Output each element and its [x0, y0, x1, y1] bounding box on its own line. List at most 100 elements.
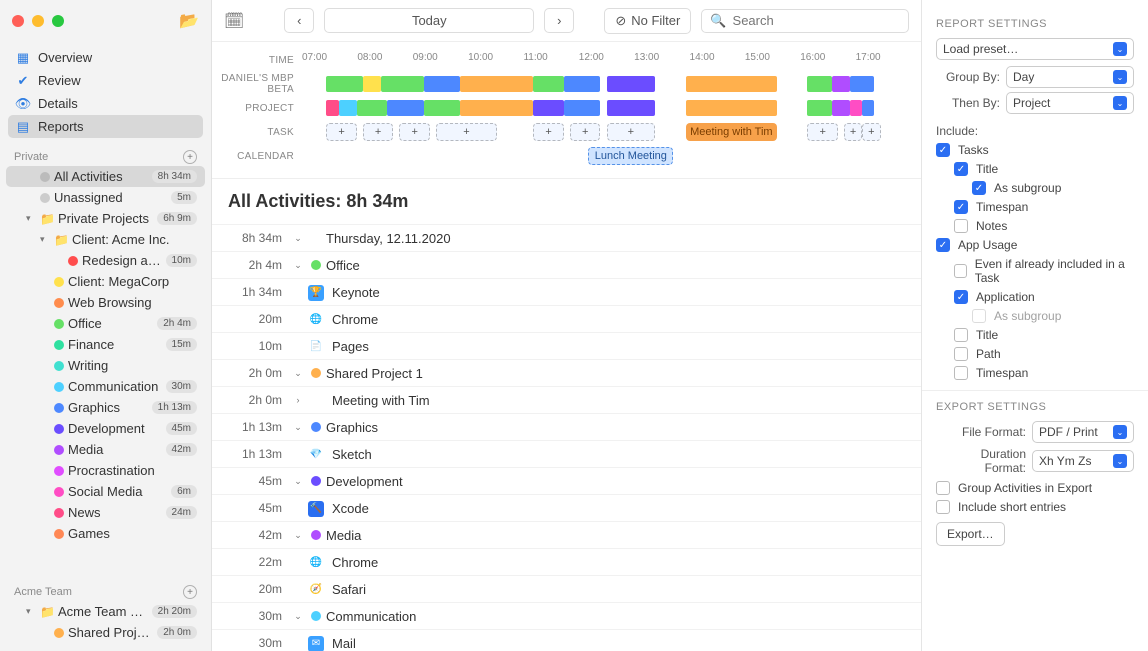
add-task-button[interactable]: +: [844, 123, 862, 141]
timeline-block[interactable]: [326, 76, 363, 92]
report-row[interactable]: 2h 4m⌄Office: [212, 251, 921, 278]
add-task-button[interactable]: +: [862, 123, 880, 141]
add-task-button[interactable]: +: [363, 123, 393, 141]
checkbox[interactable]: [954, 366, 968, 380]
tree-item[interactable]: Office2h 4m: [6, 313, 205, 334]
close-window-button[interactable]: [12, 15, 24, 27]
checkbox-row[interactable]: Include short entries: [936, 500, 1134, 514]
timeline-block[interactable]: [460, 100, 533, 116]
search-input[interactable]: [733, 13, 900, 28]
nav-overview[interactable]: ▦Overview: [8, 46, 203, 69]
checkbox[interactable]: [954, 347, 968, 361]
add-task-button[interactable]: +: [533, 123, 563, 141]
checkbox[interactable]: [972, 309, 986, 323]
duration-format-select[interactable]: Xh Ym Zs ⌄: [1032, 450, 1134, 472]
timeline-block[interactable]: [850, 76, 874, 92]
tree-item[interactable]: ▾📁Acme Team Projects2h 20m: [6, 601, 205, 622]
nav-review[interactable]: ✔Review: [8, 69, 203, 92]
checkbox-row[interactable]: ✓Timespan: [936, 200, 1134, 214]
checkbox[interactable]: ✓: [954, 162, 968, 176]
checkbox[interactable]: ✓: [954, 290, 968, 304]
timeline-block[interactable]: [381, 76, 424, 92]
report-row[interactable]: 30m✉Mail: [212, 629, 921, 651]
report-row[interactable]: 22m🌐Chrome: [212, 548, 921, 575]
timeline-block[interactable]: [850, 100, 862, 116]
report-row[interactable]: 10m📄Pages: [212, 332, 921, 359]
checkbox[interactable]: ✓: [954, 200, 968, 214]
checkbox[interactable]: ✓: [972, 181, 986, 195]
checkbox-row[interactable]: ✓As subgroup: [936, 181, 1134, 195]
date-range-button[interactable]: Today: [324, 8, 534, 33]
timeline-block[interactable]: [326, 100, 338, 116]
nav-details[interactable]: 👁Details: [8, 92, 203, 115]
tree-item[interactable]: Graphics1h 13m: [6, 397, 205, 418]
tree-item[interactable]: Writing: [6, 355, 205, 376]
checkbox[interactable]: [954, 328, 968, 342]
checkbox-row[interactable]: Even if already included in a Task: [936, 257, 1134, 285]
timeline-block[interactable]: [832, 100, 850, 116]
file-format-select[interactable]: PDF / Print ⌄: [1032, 421, 1134, 443]
add-team-project-button[interactable]: +: [183, 585, 197, 599]
report-row[interactable]: 8h 34m⌄Thursday, 12.11.2020: [212, 224, 921, 251]
timeline-block[interactable]: [607, 100, 656, 116]
checkbox[interactable]: [954, 219, 968, 233]
add-task-button[interactable]: +: [436, 123, 497, 141]
add-task-button[interactable]: +: [399, 123, 429, 141]
calendar-add-icon[interactable]: 🗓: [224, 11, 244, 31]
add-task-button[interactable]: +: [807, 123, 837, 141]
tree-item[interactable]: All Activities8h 34m: [6, 166, 205, 187]
checkbox-row[interactable]: Timespan: [936, 366, 1134, 380]
checkbox-row[interactable]: Group Activities in Export: [936, 481, 1134, 495]
timeline-block[interactable]: [807, 100, 831, 116]
tl-task-track[interactable]: ++++++++++Meeting with Tim: [302, 122, 911, 142]
checkbox[interactable]: ✓: [936, 238, 950, 252]
add-task-button[interactable]: +: [570, 123, 600, 141]
tl-calendar-track[interactable]: Lunch Meeting: [302, 146, 911, 166]
report-row[interactable]: 1h 34m🏆Keynote: [212, 278, 921, 305]
tree-item[interactable]: Shared Project 12h 0m: [6, 622, 205, 643]
timeline-block[interactable]: [686, 100, 777, 116]
prev-button[interactable]: ‹: [284, 8, 314, 33]
report-row[interactable]: 45m⌄Development: [212, 467, 921, 494]
tree-item[interactable]: Communication30m: [6, 376, 205, 397]
timeline-block[interactable]: [686, 76, 777, 92]
checkbox-row[interactable]: Title: [936, 328, 1134, 342]
minimize-window-button[interactable]: [32, 15, 44, 27]
checkbox[interactable]: ✓: [936, 143, 950, 157]
nav-reports[interactable]: ▤Reports: [8, 115, 203, 138]
timeline-block[interactable]: [460, 76, 533, 92]
tree-item[interactable]: News24m: [6, 502, 205, 523]
tree-item[interactable]: Web Browsing: [6, 292, 205, 313]
checkbox-row[interactable]: ✓App Usage: [936, 238, 1134, 252]
checkbox[interactable]: [936, 500, 950, 514]
search-field[interactable]: 🔍: [701, 9, 909, 33]
tree-item[interactable]: Games: [6, 523, 205, 544]
zoom-window-button[interactable]: [52, 15, 64, 27]
group-by-select[interactable]: Day ⌄: [1006, 66, 1134, 88]
report-row[interactable]: 1h 13m💎Sketch: [212, 440, 921, 467]
export-button[interactable]: Export…: [936, 522, 1005, 546]
checkbox-row[interactable]: As subgroup: [936, 309, 1134, 323]
report-row[interactable]: 42m⌄Media: [212, 521, 921, 548]
checkbox[interactable]: [936, 481, 950, 495]
tree-item[interactable]: Development45m: [6, 418, 205, 439]
checkbox-row[interactable]: ✓Tasks: [936, 143, 1134, 157]
report-row[interactable]: 1h 13m⌄Graphics: [212, 413, 921, 440]
timeline-block[interactable]: [363, 76, 381, 92]
tree-item[interactable]: ▾📁Private Projects6h 9m: [6, 208, 205, 229]
timeline-block[interactable]: [387, 100, 424, 116]
checkbox[interactable]: [954, 264, 967, 278]
tree-item[interactable]: Media42m: [6, 439, 205, 460]
checkbox-row[interactable]: ✓Title: [936, 162, 1134, 176]
tree-item[interactable]: Unassigned5m: [6, 187, 205, 208]
then-by-select[interactable]: Project ⌄: [1006, 92, 1134, 114]
calendar-event[interactable]: Lunch Meeting: [588, 147, 673, 165]
load-preset-select[interactable]: Load preset… ⌄: [936, 38, 1134, 60]
timeline-block[interactable]: [807, 76, 831, 92]
timeline-block[interactable]: [533, 100, 563, 116]
tree-item[interactable]: Redesign acme.com10m: [6, 250, 205, 271]
tree-item[interactable]: Procrastination: [6, 460, 205, 481]
open-folder-icon[interactable]: 📂: [179, 11, 199, 31]
timeline-block[interactable]: [533, 76, 563, 92]
timeline-block[interactable]: [832, 76, 850, 92]
